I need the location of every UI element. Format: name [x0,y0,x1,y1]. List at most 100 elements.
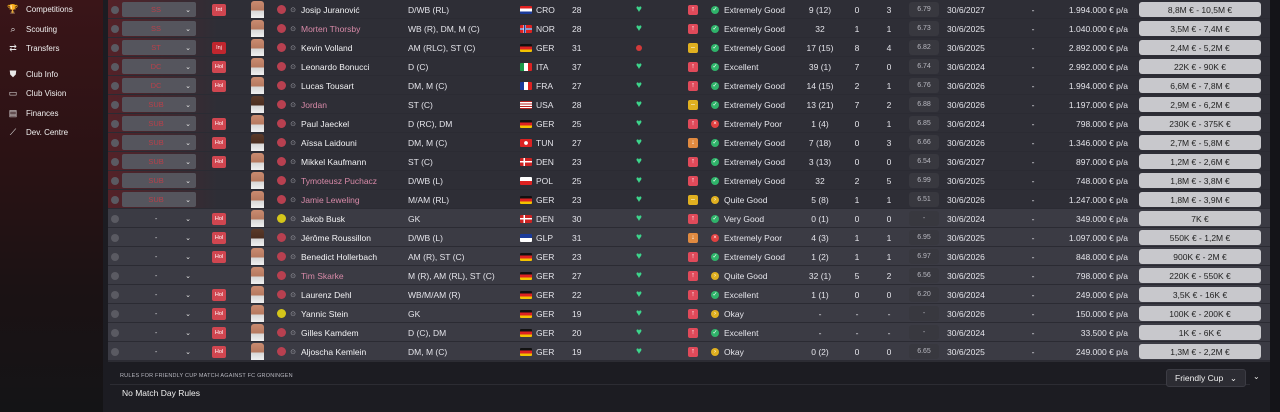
player-name-link[interactable]: Leonardo Bonucci [301,57,401,76]
row-select-circle[interactable] [110,285,119,304]
table-row[interactable]: SUB ⌄ Hol ⊙ Paul Jaeckel D (RC), DM GER 25 ♥ ↑ × Ex… [108,114,1270,133]
table-row[interactable]: - ⌄ Hol ⊙ Benedict Hollerbach AM (R), ST (C) G… [108,247,1270,266]
row-select-circle[interactable] [110,342,119,361]
player-name-link[interactable]: Aïssa Laidouni [301,133,401,152]
player-name-link[interactable]: Laurenz Dehl [301,285,401,304]
form-ok-icon: ✓ [711,24,719,33]
selection-dropdown[interactable]: - ⌄ [122,268,196,283]
sidebar-item-club-vision[interactable]: ▭ Club Vision [0,84,103,104]
row-select-circle[interactable] [110,304,119,323]
selection-dropdown[interactable]: SUB ⌄ [122,154,196,169]
row-select-circle[interactable] [110,95,119,114]
role-cell [276,76,286,95]
table-row[interactable]: - ⌄ ⊙ Tim Skarke M (R), AM (RL), ST (C) GER 27… [108,266,1270,285]
selection-dropdown[interactable]: SUB ⌄ [122,97,196,112]
wage: 349.000 € p/a [1076,213,1128,224]
player-name-link[interactable]: Paul Jaeckel [301,114,401,133]
status-cell [211,95,227,114]
row-select-circle[interactable] [110,266,119,285]
selection-dropdown[interactable]: - ⌄ [122,211,196,226]
selection-dropdown[interactable]: - ⌄ [122,287,196,302]
player-name-link[interactable]: Mikkel Kaufmann [301,152,401,171]
form-ok-icon: ✓ [711,100,719,109]
player-name-link[interactable]: Jérôme Roussillon [301,228,401,247]
status-cell [211,19,227,38]
player-name-link[interactable]: Benedict Hollerbach [301,247,401,266]
row-select-circle[interactable] [110,57,119,76]
table-row[interactable]: SS ⌄ ⊙ Morten Thorsby WB (R), DM, M (C) NOR 28… [108,19,1270,38]
player-name-link[interactable]: Lucas Tousart [301,76,401,95]
player-name-link[interactable]: Josip Juranović [301,0,401,19]
row-select-circle[interactable] [110,38,119,57]
status-cell [211,190,227,209]
selection-dropdown[interactable]: SUB ⌄ [122,116,196,131]
role-cell [276,190,286,209]
row-select-circle[interactable] [110,114,119,133]
player-name-link[interactable]: Kevin Volland [301,38,401,57]
row-select-circle[interactable] [110,133,119,152]
selection-dropdown[interactable]: - ⌄ [122,306,196,321]
row-select-circle[interactable] [110,19,119,38]
player-name-link[interactable]: Morten Thorsby [301,19,401,38]
table-row[interactable]: ST ⌄ Inj ⊙ Kevin Volland AM (RLC), ST (C) GER 3… [108,38,1270,57]
table-row[interactable]: - ⌄ Hol ⊙ Gilles Kamdem D (C), DM GER 20 ♥ ↑ ✓ Exce… [108,323,1270,342]
player-name-link[interactable]: Yannic Stein [301,304,401,323]
sidebar-item-dev-centre[interactable]: ⟋ Dev. Centre [0,123,103,143]
table-row[interactable]: - ⌄ Hol ⊙ Yannic Stein GK GER 19 ♥ ↑ › Okay - - - -30/6… [108,304,1270,323]
row-select-circle[interactable] [110,76,119,95]
selection-dropdown[interactable]: DC ⌄ [122,59,196,74]
player-name-link[interactable]: Aljoscha Kemlein [301,342,401,361]
average-rating: - [909,211,939,226]
selection-dropdown[interactable]: SUB ⌄ [122,192,196,207]
table-row[interactable]: SUB ⌄ Hol ⊙ Aïssa Laidouni DM, M (C) TUN 27 ♥ ↓ ✓ E… [108,133,1270,152]
table-row[interactable]: SS ⌄ Int ⊙ Josip Juranović D/WB (RL) CRO 28 ♥ ↑ ✓ E… [108,0,1270,19]
player-name-link[interactable]: Tim Skarke [301,266,401,285]
table-row[interactable]: - ⌄ Hol ⊙ Laurenz Dehl WB/M/AM (R) GER 22 ♥ ↑ ✓ Exc… [108,285,1270,304]
sidebar-item-competitions[interactable]: 🏆 Competitions [0,0,103,20]
selection-dropdown[interactable]: - ⌄ [122,230,196,245]
row-select-circle[interactable] [110,228,119,247]
table-row[interactable]: - ⌄ Hol ⊙ Jérôme Roussillon D/WB (L) GLP 31 ♥ ↓ × E… [108,228,1270,247]
age: 30 [572,213,582,224]
sidebar-item-scouting[interactable]: ⌕ Scouting [0,20,103,40]
row-select-circle[interactable] [110,171,119,190]
sidebar-item-finances[interactable]: ▤ Finances [0,104,103,124]
table-row[interactable]: - ⌄ Hol ⊙ Aljoscha Kemlein DM, M (C) GER 19 ♥ ↑ › O… [108,342,1270,361]
row-select-circle[interactable] [110,190,119,209]
table-row[interactable]: SUB ⌄ Hol ⊙ Mikkel Kaufmann ST (C) DEN 23 ♥ ↑ ✓ Ext… [108,152,1270,171]
row-select-circle[interactable] [110,247,119,266]
selection-dropdown[interactable]: SUB ⌄ [122,135,196,150]
chevron-down-icon[interactable]: ⌄ [1253,372,1260,381]
selection-dropdown[interactable]: - ⌄ [122,325,196,340]
appearances: 32 [815,175,825,186]
player-name-link[interactable]: Jamie Leweling [301,190,401,209]
player-name-link[interactable]: Tymoteusz Puchacz [301,171,401,190]
selection-dropdown[interactable]: ST ⌄ [122,40,196,55]
table-row[interactable]: SUB ⌄ ⊙ Jordan ST (C) USA 28 ♥ – ✓ Extremely Good 1… [108,95,1270,114]
table-row[interactable]: DC ⌄ Hol ⊙ Leonardo Bonucci D (C) ITA 37 ♥ ↑ ✓ Exce… [108,57,1270,76]
table-row[interactable]: SUB ⌄ ⊙ Tymoteusz Puchacz D/WB (L) POL 25 ♥ ↑ ✓ Ex… [108,171,1270,190]
row-select-circle[interactable] [110,323,119,342]
row-select-circle[interactable] [110,152,119,171]
position: D/WB (RL) [408,4,450,15]
selection-dropdown[interactable]: - ⌄ [122,344,196,359]
sidebar-item-transfers[interactable]: ⇄ Transfers [0,39,103,59]
selection-dropdown[interactable]: DC ⌄ [122,78,196,93]
scrollbar-track[interactable] [1270,0,1280,412]
selection-dropdown[interactable]: SUB ⌄ [122,173,196,188]
form-ok-icon: ✓ [711,214,719,223]
table-row[interactable]: SUB ⌄ ⊙ Jamie Leweling M/AM (RL) GER 23 ♥ – › Quit… [108,190,1270,209]
table-row[interactable]: - ⌄ Hol ⊙ Jakob Busk GK DEN 30 ♥ ↑ ✓ Very Good 0 (1)… [108,209,1270,228]
row-select-circle[interactable] [110,209,119,228]
sidebar-item-club-info[interactable]: ⛊ Club Info [0,65,103,85]
competition-select[interactable]: Friendly Cup ⌄ [1166,369,1246,387]
selection-dropdown[interactable]: SS ⌄ [122,2,196,17]
player-name-link[interactable]: Jakob Busk [301,209,401,228]
selection-dropdown[interactable]: SS ⌄ [122,21,196,36]
player-name-link[interactable]: Jordan [301,95,401,114]
condition-cell: ♥ [633,247,645,266]
player-name-link[interactable]: Gilles Kamdem [301,323,401,342]
selection-dropdown[interactable]: - ⌄ [122,249,196,264]
row-select-circle[interactable] [110,0,119,19]
table-row[interactable]: DC ⌄ Hol ⊙ Lucas Tousart DM, M (C) FRA 27 ♥ ↑ ✓ Ext… [108,76,1270,95]
